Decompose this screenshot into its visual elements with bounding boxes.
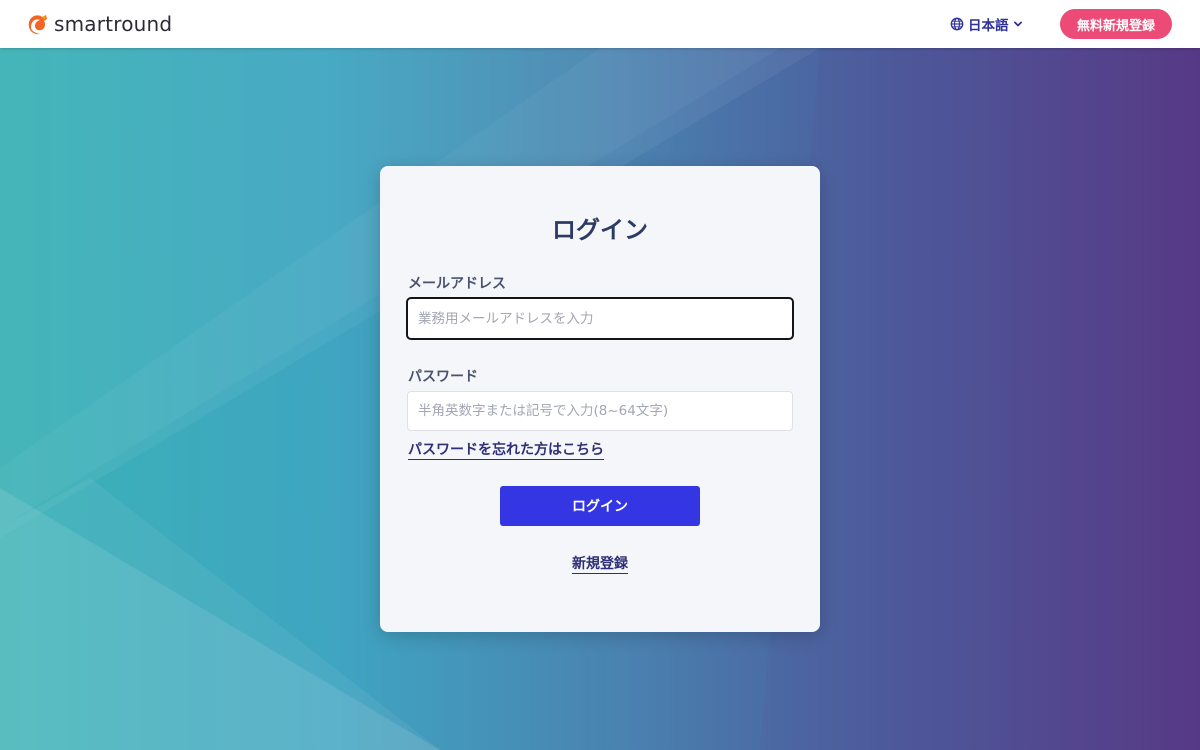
logo-text: smartround: [54, 12, 173, 36]
login-card: ログイン メールアドレス パスワード パスワードを忘れた方はこちら ログイン 新…: [380, 166, 820, 632]
email-label: メールアドレス: [408, 276, 506, 292]
logo[interactable]: smartround: [26, 10, 172, 38]
forgot-password-link[interactable]: パスワードを忘れた方はこちら: [408, 442, 604, 460]
register-link-container: 新規登録: [380, 553, 820, 574]
language-selector[interactable]: 日本語: [950, 14, 1023, 34]
email-input[interactable]: [406, 297, 794, 340]
language-label: 日本語: [968, 18, 1009, 34]
login-button[interactable]: ログイン: [500, 486, 700, 526]
password-label: パスワード: [408, 369, 478, 385]
free-signup-button[interactable]: 無料新規登録: [1060, 9, 1172, 39]
login-title: ログイン: [552, 216, 648, 244]
chevron-down-icon: [1013, 21, 1022, 27]
login-page: smartround 日本語 無料新規登録 ログイン メールアドレス 業務用メー…: [0, 0, 1200, 750]
password-input[interactable]: [407, 391, 793, 431]
top-nav-bar: smartround 日本語 無料新規登録: [0, 0, 1200, 48]
flame-swirl-logo-icon: [28, 15, 47, 35]
register-link[interactable]: 新規登録: [572, 556, 628, 574]
globe-icon: [950, 17, 964, 31]
